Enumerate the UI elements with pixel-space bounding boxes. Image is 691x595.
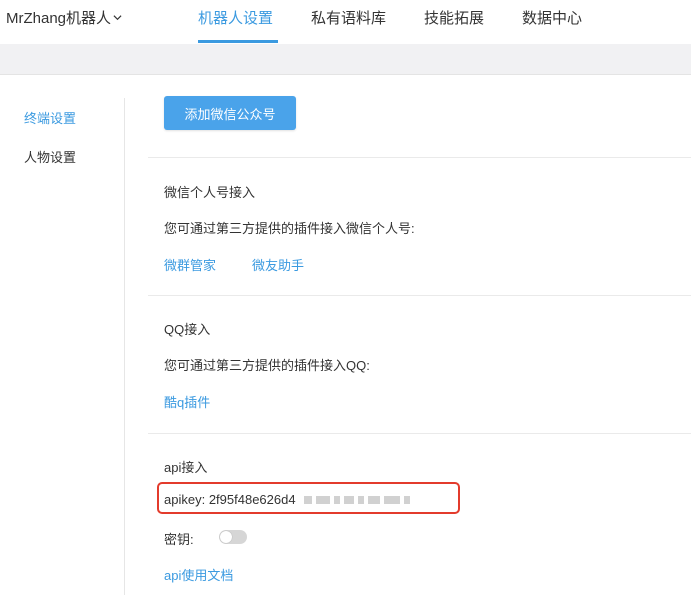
secret-label: 密钥: — [164, 532, 194, 547]
apikey-label: apikey: — [164, 492, 206, 507]
toggle-knob — [220, 531, 232, 543]
link-weiqun-manager[interactable]: 微群管家 — [164, 255, 216, 274]
tab-robot-settings[interactable]: 机器人设置 — [198, 7, 273, 28]
qq-section-title: QQ接入 — [164, 322, 211, 337]
chevron-down-icon — [113, 15, 122, 21]
top-navbar: MrZhang机器人 机器人设置 私有语料库 技能拓展 数据中心 — [0, 0, 691, 44]
robot-selector[interactable]: MrZhang机器人 — [6, 7, 122, 28]
apikey-value: 2f95f48e626d4 — [208, 492, 296, 507]
sidebar-item-character-settings[interactable]: 人物设置 — [24, 147, 76, 166]
section-divider — [148, 433, 691, 434]
link-api-docs[interactable]: api使用文档 — [164, 565, 233, 584]
subheader-strip — [0, 44, 691, 75]
active-tab-indicator — [198, 40, 278, 43]
tab-skill-extension[interactable]: 技能拓展 — [424, 7, 484, 28]
section-divider — [148, 157, 691, 158]
qq-section-desc: 您可通过第三方提供的插件接入QQ: — [164, 358, 370, 373]
secret-toggle[interactable] — [219, 530, 247, 544]
api-section-title: api接入 — [164, 460, 208, 475]
wechat-section-title: 微信个人号接入 — [164, 185, 256, 200]
tab-data-center[interactable]: 数据中心 — [522, 7, 582, 28]
wechat-section-desc: 您可通过第三方提供的插件接入微信个人号: — [164, 221, 415, 236]
sidebar-item-terminal-settings[interactable]: 终端设置 — [24, 108, 76, 127]
link-weiyou-assistant[interactable]: 微友助手 — [252, 255, 304, 274]
section-divider — [148, 295, 691, 296]
sidebar-divider — [124, 98, 125, 595]
apikey-row: apikey: 2f95f48e626d4 — [164, 492, 296, 507]
tab-private-corpus[interactable]: 私有语料库 — [311, 7, 386, 28]
add-wechat-official-account-button[interactable]: 添加微信公众号 — [164, 96, 296, 130]
apikey-redacted-mask — [304, 492, 454, 508]
robot-name: MrZhang机器人 — [6, 10, 112, 27]
link-kuq-plugin[interactable]: 酷q插件 — [164, 392, 210, 411]
